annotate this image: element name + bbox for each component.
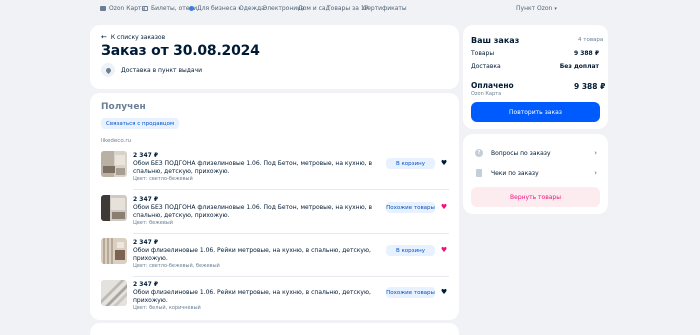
- payment-method: Ozon Карта: [471, 91, 502, 97]
- card-icon: [100, 6, 106, 11]
- item-name-link[interactable]: Обои БЕЗ ПОДГОНА флизелиновые 1.06. Под …: [133, 204, 378, 228]
- ticket-icon: [142, 6, 148, 11]
- similar-products-button[interactable]: Похожие товары: [386, 202, 435, 213]
- receipt-icon: [476, 169, 482, 177]
- contact-seller-button[interactable]: Связаться с продавцом: [101, 118, 180, 129]
- favorite-heart-icon[interactable]: ♥: [440, 246, 448, 254]
- product-image[interactable]: [101, 195, 127, 221]
- product-image[interactable]: [101, 238, 127, 264]
- add-to-cart-button[interactable]: В корзину: [386, 245, 435, 256]
- item-price: 2 347 ₽: [133, 281, 159, 288]
- arrow-left-icon: ←: [101, 33, 107, 41]
- page-title: Заказ от 30.08.2024: [101, 43, 260, 59]
- favorite-heart-icon[interactable]: ♥: [440, 159, 448, 167]
- repeat-order-button[interactable]: Повторить заказ: [471, 102, 600, 122]
- order-item: 2 347 ₽ Обои флизелиновые 1.06. Рейки ме…: [101, 280, 449, 322]
- item-color: Цвет: бежевый: [133, 220, 173, 226]
- item-color: Цвет: светло-бежевый: [133, 176, 193, 182]
- location-pin-icon: [101, 63, 115, 77]
- item-name-link[interactable]: Обои БЕЗ ПОДГОНА флизелиновые 1.06. Под …: [133, 160, 378, 184]
- items-count: 4 товара: [578, 37, 604, 43]
- business-icon: [189, 6, 194, 11]
- summary-title: Ваш заказ: [471, 36, 520, 45]
- nav-business[interactable]: Для бизнеса ▾: [189, 5, 241, 12]
- chevron-right-icon: ›: [594, 149, 597, 157]
- nav-certificates[interactable]: Сертификаты: [363, 5, 407, 12]
- item-price: 2 347 ₽: [133, 239, 159, 246]
- item-price: 2 347 ₽: [133, 196, 159, 203]
- item-name-link[interactable]: Обои флизелиновые 1.06. Рейки метровые, …: [133, 289, 378, 313]
- item-name-link[interactable]: Обои флизелиновые 1.06. Рейки метровые, …: [133, 247, 378, 271]
- question-icon: ?: [475, 149, 483, 157]
- delivery-cost-row: Доставка Без доплат: [471, 63, 599, 70]
- order-item: 2 347 ₽ Обои БЕЗ ПОДГОНА флизелиновые 1.…: [101, 195, 449, 237]
- divider: [133, 233, 449, 234]
- paid-total: 9 388 ₽: [574, 82, 606, 91]
- chevron-right-icon: ›: [594, 169, 597, 177]
- order-item: 2 347 ₽ Обои флизелиновые 1.06. Рейки ме…: [101, 238, 449, 280]
- top-nav: Ozon Карта Билеты, отели Для бизнеса ▾ О…: [0, 0, 700, 18]
- pickup-point-selector[interactable]: Пункт Ozon ▾: [516, 5, 557, 12]
- order-item: 2 347 ₽ Обои БЕЗ ПОДГОНА флизелиновые 1.…: [101, 151, 449, 193]
- paid-label: Оплачено: [471, 81, 514, 90]
- add-to-cart-button[interactable]: В корзину: [386, 158, 435, 169]
- favorite-heart-icon[interactable]: ♥: [440, 288, 448, 296]
- order-receipts-link[interactable]: Чеки по заказу ›: [471, 166, 600, 180]
- nav-clothes[interactable]: Одежда: [239, 5, 265, 12]
- item-color: Цвет: белый, коричневый: [133, 305, 201, 311]
- return-items-button[interactable]: Вернуть товары: [471, 187, 600, 207]
- nav-home-garden[interactable]: Дом и сад: [298, 5, 330, 12]
- seller-name[interactable]: likedeco.ru: [101, 138, 131, 144]
- product-image[interactable]: [101, 280, 127, 306]
- next-shipment-card: [90, 323, 459, 335]
- favorite-heart-icon[interactable]: ♥: [440, 203, 448, 211]
- similar-products-button[interactable]: Похожие товары: [386, 287, 435, 298]
- item-price: 2 347 ₽: [133, 152, 159, 159]
- item-color: Цвет: светло-бежевый, бежевый: [133, 263, 220, 269]
- chevron-down-icon: ▾: [554, 5, 557, 12]
- order-questions-link[interactable]: ? Вопросы по заказу ›: [471, 146, 600, 160]
- back-to-orders-link[interactable]: ← К списку заказов: [101, 33, 165, 41]
- goods-total-row: Товары 9 388 ₽: [471, 50, 599, 57]
- divider: [133, 276, 449, 277]
- product-image[interactable]: [101, 151, 127, 177]
- shipment-status: Получен: [101, 102, 146, 112]
- delivery-method: Доставка в пункт выдачи: [101, 63, 202, 77]
- nav-ozon-card[interactable]: Ozon Карта: [100, 5, 145, 12]
- divider: [133, 189, 449, 190]
